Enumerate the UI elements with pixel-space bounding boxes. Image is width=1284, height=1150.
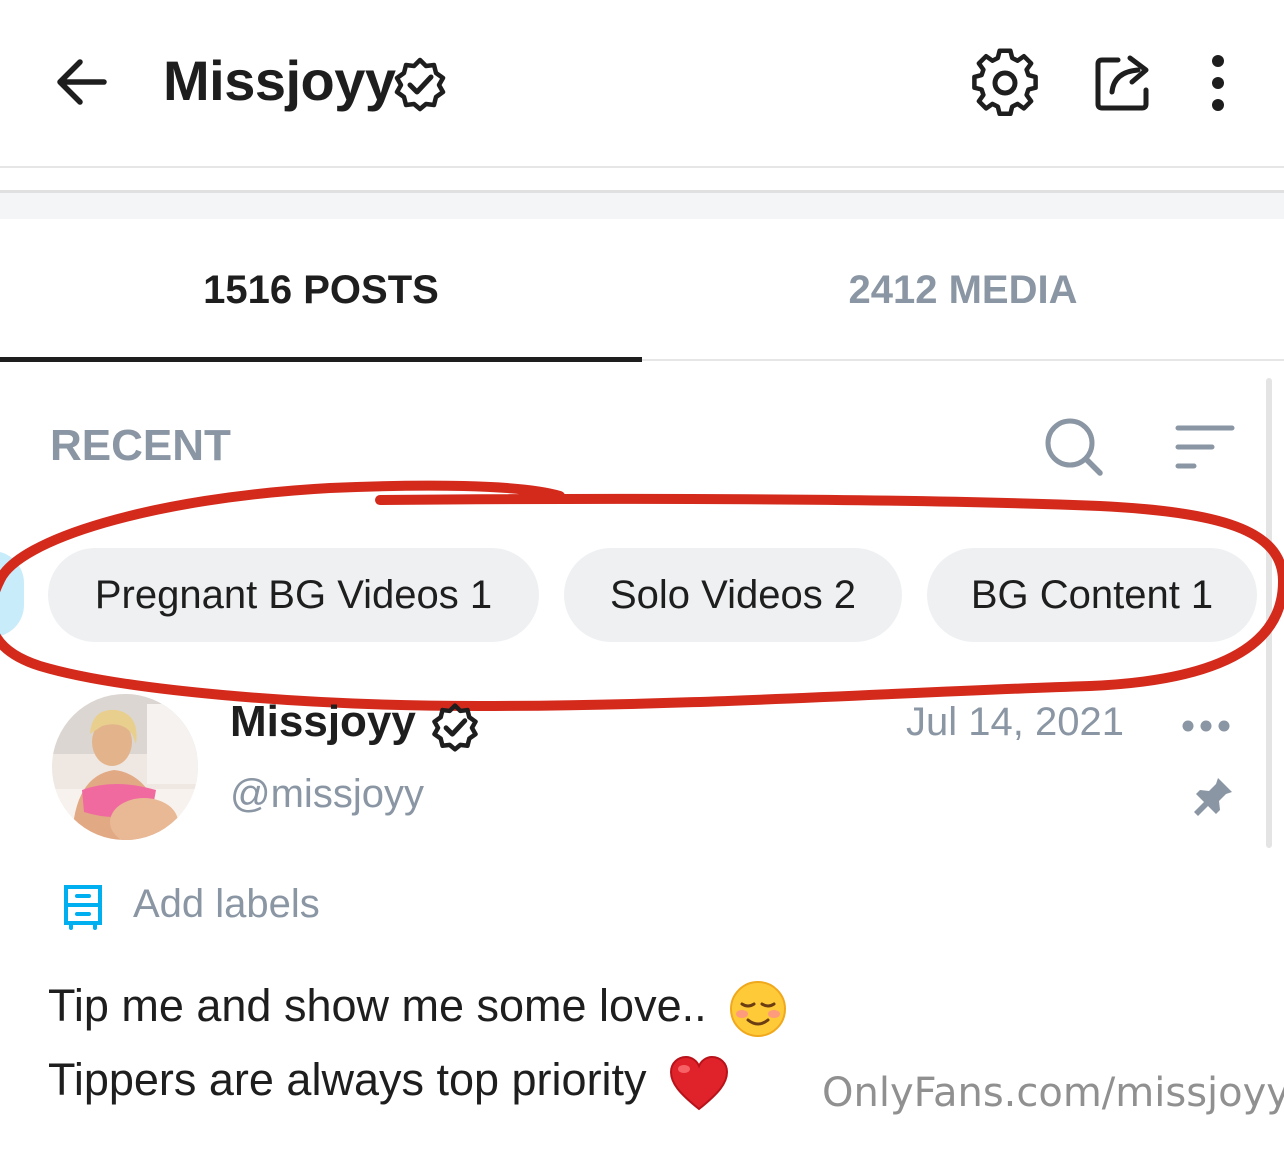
- scrollbar[interactable]: [1266, 378, 1272, 848]
- post-text-line-2: Tippers are always top priority: [48, 1052, 729, 1111]
- page-title: Missjoyy: [163, 49, 396, 112]
- back-button[interactable]: [50, 50, 114, 114]
- chip-pregnant-bg-videos[interactable]: Pregnant BG Videos 1: [48, 548, 539, 642]
- share-button[interactable]: [1090, 50, 1156, 116]
- author-avatar[interactable]: [52, 694, 198, 840]
- tab-media[interactable]: 2412 MEDIA: [642, 262, 1284, 318]
- watermark-text: OnlyFans.com/missjoyy: [822, 1070, 1284, 1116]
- chip-partial[interactable]: [0, 551, 24, 637]
- verified-badge-icon: [392, 56, 448, 112]
- post-author-handle[interactable]: @missjoyy: [230, 770, 424, 818]
- active-tab-indicator: [0, 357, 642, 362]
- verified-badge-icon: [430, 702, 480, 752]
- post-author-name[interactable]: Missjoyy: [230, 696, 416, 748]
- chip-bg-content[interactable]: BG Content 1: [927, 548, 1257, 642]
- tabs-divider: [642, 359, 1284, 361]
- more-options-button[interactable]: [1196, 52, 1240, 114]
- search-button[interactable]: [1042, 415, 1106, 479]
- add-labels-link[interactable]: Add labels: [133, 880, 320, 928]
- more-vertical-icon: [1212, 55, 1224, 111]
- post-options-button[interactable]: [1180, 706, 1232, 746]
- section-spacer: [0, 193, 1284, 219]
- red-heart-emoji-icon: [670, 1056, 729, 1111]
- gear-icon: [972, 48, 1038, 117]
- sort-lines-icon: [1175, 425, 1235, 469]
- feed-sort-label: RECENT: [50, 421, 231, 470]
- pin-icon: [1192, 774, 1236, 818]
- post-text-line-1: Tip me and show me some love..: [48, 978, 787, 1038]
- labels-icon[interactable]: [62, 884, 104, 930]
- share-icon: [1095, 55, 1149, 111]
- header-divider: [0, 166, 1284, 168]
- tab-posts[interactable]: 1516 POSTS: [0, 262, 642, 318]
- search-icon: [1045, 418, 1103, 476]
- post-text-1: Tip me and show me some love..: [48, 980, 707, 1031]
- settings-button[interactable]: [970, 48, 1040, 118]
- chip-solo-videos[interactable]: Solo Videos 2: [564, 548, 902, 642]
- back-arrow-icon: [57, 59, 107, 105]
- sort-button[interactable]: [1172, 420, 1238, 476]
- more-horizontal-icon: [1182, 720, 1230, 732]
- post-date: Jul 14, 2021: [906, 700, 1124, 744]
- post-text-2: Tippers are always top priority: [48, 1054, 647, 1105]
- smiling-face-emoji-icon: [730, 981, 787, 1038]
